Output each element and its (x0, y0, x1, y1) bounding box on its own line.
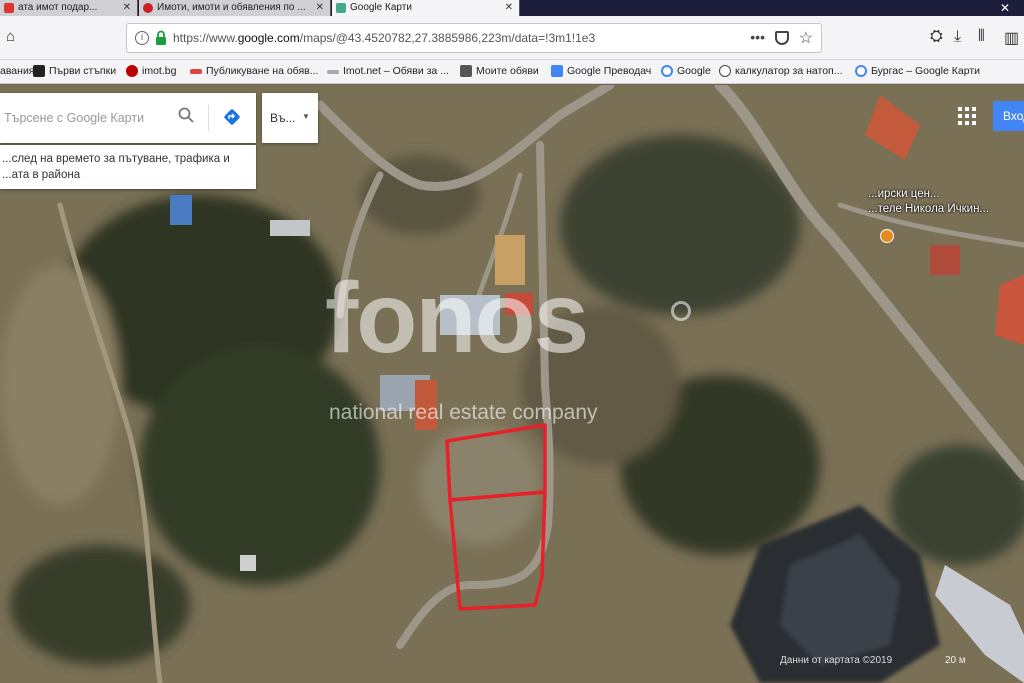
navigation-bar: ⌂ i https://www.google.com/maps/@43.4520… (0, 16, 1024, 60)
download-icon[interactable]: ⤓ (954, 28, 961, 46)
bookmark-favicon-icon (33, 65, 45, 77)
bookmark-star-icon[interactable]: ☆ (799, 28, 813, 48)
library-icon[interactable]: ⫴ (978, 28, 985, 46)
bookmark-favicon-icon (190, 69, 202, 74)
search-input[interactable]: Търсене с Google Карти (4, 111, 144, 125)
layer-select[interactable]: Въ... ▼ (262, 93, 318, 143)
tab-label: ата имот подар... (18, 2, 98, 13)
watermark-logo: fonos (325, 262, 589, 374)
browser-tab-bar: ата имот подар... ✕ Имоти, имоти и обявл… (0, 0, 1024, 16)
bookmark-favicon-icon (551, 65, 563, 77)
tab-google-maps[interactable]: Google Карти ✕ (332, 0, 520, 16)
bookmark-item[interactable]: Google (661, 64, 711, 78)
watermark: fonos national real estate company (325, 263, 705, 433)
bookmark-item[interactable]: Google Преводач (551, 64, 651, 78)
bookmark-item[interactable]: imot.bg (126, 64, 176, 78)
bookmark-item[interactable]: Първи стъпки (33, 64, 116, 78)
window-close-icon[interactable]: ✕ (1000, 0, 1010, 16)
site-favicon-icon (143, 3, 153, 13)
address-bar[interactable]: i https://www.google.com/maps/@43.452078… (126, 23, 822, 53)
lock-icon (156, 30, 166, 45)
sidebar-icon[interactable]: ▥ (1004, 28, 1019, 48)
bookmark-item[interactable]: Публикуване на обяв... (190, 64, 318, 78)
bookmark-favicon-icon (126, 65, 138, 77)
bookmark-item[interactable]: калкулатор за натоп... (719, 64, 843, 78)
google-apps-icon[interactable] (958, 107, 976, 125)
sign-in-button[interactable]: Вход (993, 101, 1024, 131)
chevron-down-icon: ▼ (302, 112, 310, 121)
traffic-info-panel[interactable]: ...след на времето за пътуване, трафика … (0, 145, 256, 189)
divider (208, 105, 209, 131)
directions-icon[interactable] (222, 107, 242, 127)
google-icon (661, 65, 673, 77)
info-icon[interactable]: i (135, 31, 149, 45)
bookmark-item[interactable]: авания (0, 64, 35, 78)
close-icon[interactable]: ✕ (123, 0, 131, 15)
bookmark-favicon-icon (327, 70, 339, 74)
toolbar-icons: ⛭ ⤓ ⫴ ▥ (924, 28, 1024, 48)
bookmark-item[interactable]: Imot.net – Обяви за ... (327, 64, 449, 78)
pocket-icon[interactable] (775, 31, 789, 45)
traffic-info-text: ...след на времето за пътуване, трафика … (2, 153, 230, 181)
watermark-mark (671, 301, 691, 321)
tab-imot-gift[interactable]: ата имот подар... ✕ (0, 0, 138, 16)
watermark-tagline: national real estate company (329, 401, 598, 424)
tab-imoti[interactable]: Имоти, имоти и обявления по ... ✕ (139, 0, 331, 16)
close-icon[interactable]: ✕ (316, 0, 324, 15)
site-favicon-icon (4, 3, 14, 13)
bookmark-favicon-icon (460, 65, 472, 77)
search-icon[interactable] (178, 107, 194, 123)
map-attribution: Данни от картата ©2019 (780, 655, 893, 666)
page-actions-icon[interactable]: ••• (750, 29, 765, 45)
bookmarks-bar: авания Първи стъпки imot.bg Публикуване … (0, 60, 1024, 84)
home-icon[interactable]: ⌂ (6, 29, 22, 45)
bookmark-item[interactable]: Моите обяви (460, 64, 539, 78)
tab-label: Google Карти (350, 2, 412, 13)
bookmark-item[interactable]: Бургас – Google Карти (855, 64, 980, 78)
poi-marker-icon[interactable] (880, 229, 894, 243)
poi-label[interactable]: ...ирски цен... ...теле Никола Ичкин... (868, 187, 989, 217)
url-text: https://www.google.com/maps/@43.4520782,… (173, 31, 596, 45)
maps-favicon-icon (336, 3, 346, 13)
tab-label: Имоти, имоти и обявления по ... (157, 2, 306, 13)
tools-icon[interactable]: ⛭ (930, 28, 943, 46)
map-scale: 20 м (945, 655, 966, 666)
globe-icon (719, 65, 731, 77)
google-icon (855, 65, 867, 77)
close-icon[interactable]: ✕ (505, 0, 513, 15)
map-search-panel: Търсене с Google Карти (0, 93, 256, 143)
